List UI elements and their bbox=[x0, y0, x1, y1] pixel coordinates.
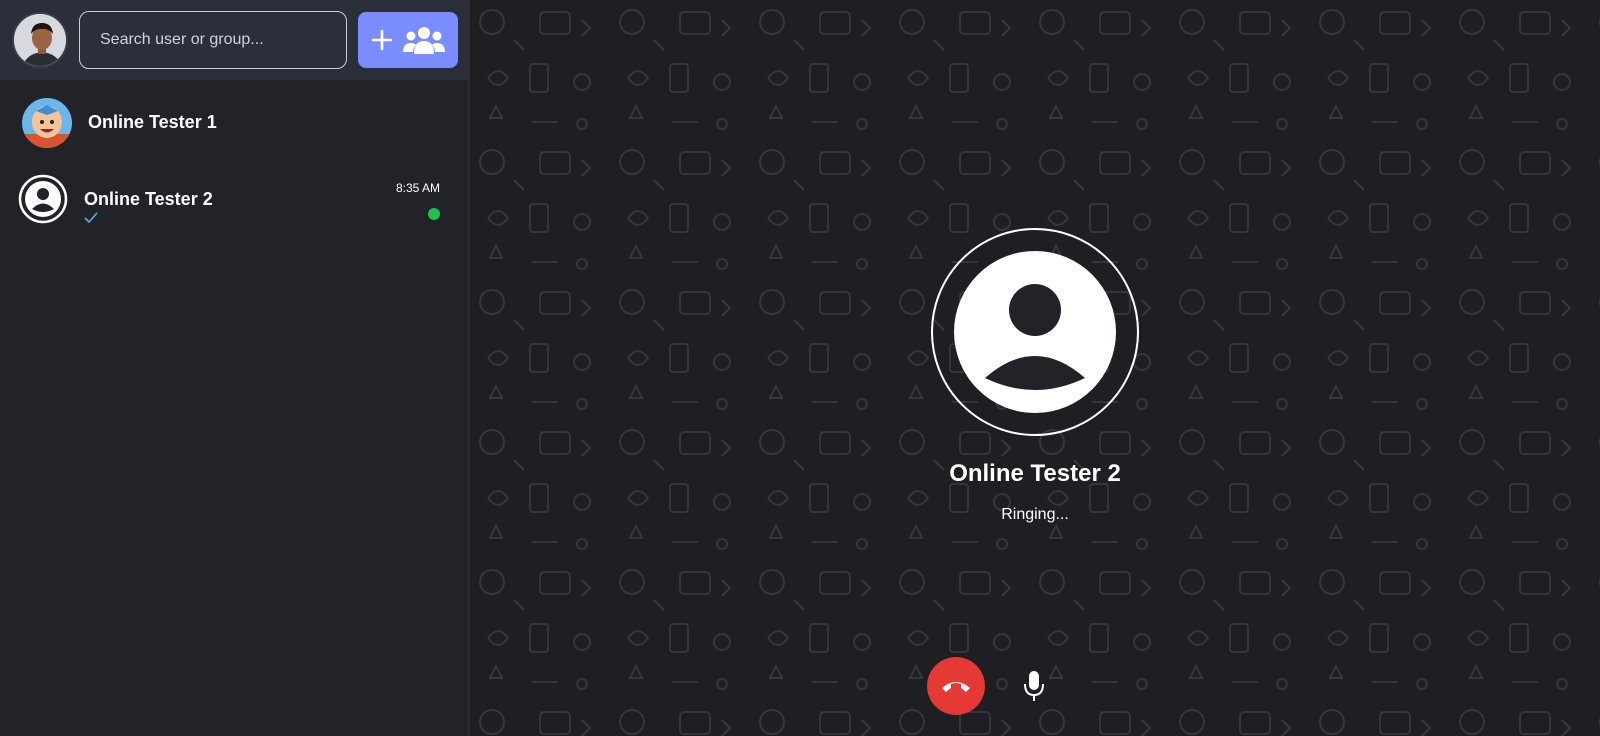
chat-name: Online Tester 1 bbox=[88, 112, 217, 132]
chat-item[interactable]: Online Tester 2 8:35 AM bbox=[0, 164, 468, 248]
my-avatar[interactable] bbox=[12, 12, 68, 68]
online-status-dot bbox=[428, 208, 440, 220]
call-controls bbox=[470, 657, 1600, 715]
single-check-icon bbox=[84, 212, 98, 224]
chat-list: Online Tester 1 Online Tester 2 8:35 AM bbox=[0, 80, 468, 248]
cartoon-avatar-icon bbox=[22, 98, 72, 148]
sidebar: Online Tester 1 Online Tester 2 8:35 AM bbox=[0, 0, 470, 736]
microphone-icon bbox=[1024, 671, 1044, 701]
callee-avatar bbox=[931, 228, 1139, 436]
profile-photo-icon bbox=[14, 14, 66, 66]
avatar bbox=[22, 98, 72, 148]
chat-name: Online Tester 2 bbox=[84, 189, 213, 209]
call-info: Online Tester 2 Ringing... bbox=[470, 228, 1600, 524]
end-call-icon bbox=[942, 682, 970, 692]
default-user-icon bbox=[18, 174, 68, 224]
callee-name: Online Tester 2 bbox=[949, 460, 1121, 487]
sidebar-topbar bbox=[0, 0, 468, 80]
search-input[interactable] bbox=[79, 11, 347, 69]
avatar bbox=[18, 174, 68, 224]
group-icon bbox=[403, 27, 445, 54]
chat-time: 8:35 AM bbox=[395, 181, 440, 195]
app: Online Tester 1 Online Tester 2 8:35 AM bbox=[0, 0, 1600, 736]
default-user-icon bbox=[954, 251, 1116, 413]
microphone-button[interactable] bbox=[1005, 657, 1063, 715]
new-group-button[interactable] bbox=[358, 12, 458, 68]
call-status: Ringing... bbox=[1001, 506, 1069, 523]
plus-icon bbox=[371, 29, 393, 51]
chat-item[interactable]: Online Tester 1 bbox=[0, 80, 468, 164]
end-call-button[interactable] bbox=[927, 657, 985, 715]
call-area: Online Tester 2 Ringing... bbox=[470, 0, 1600, 736]
